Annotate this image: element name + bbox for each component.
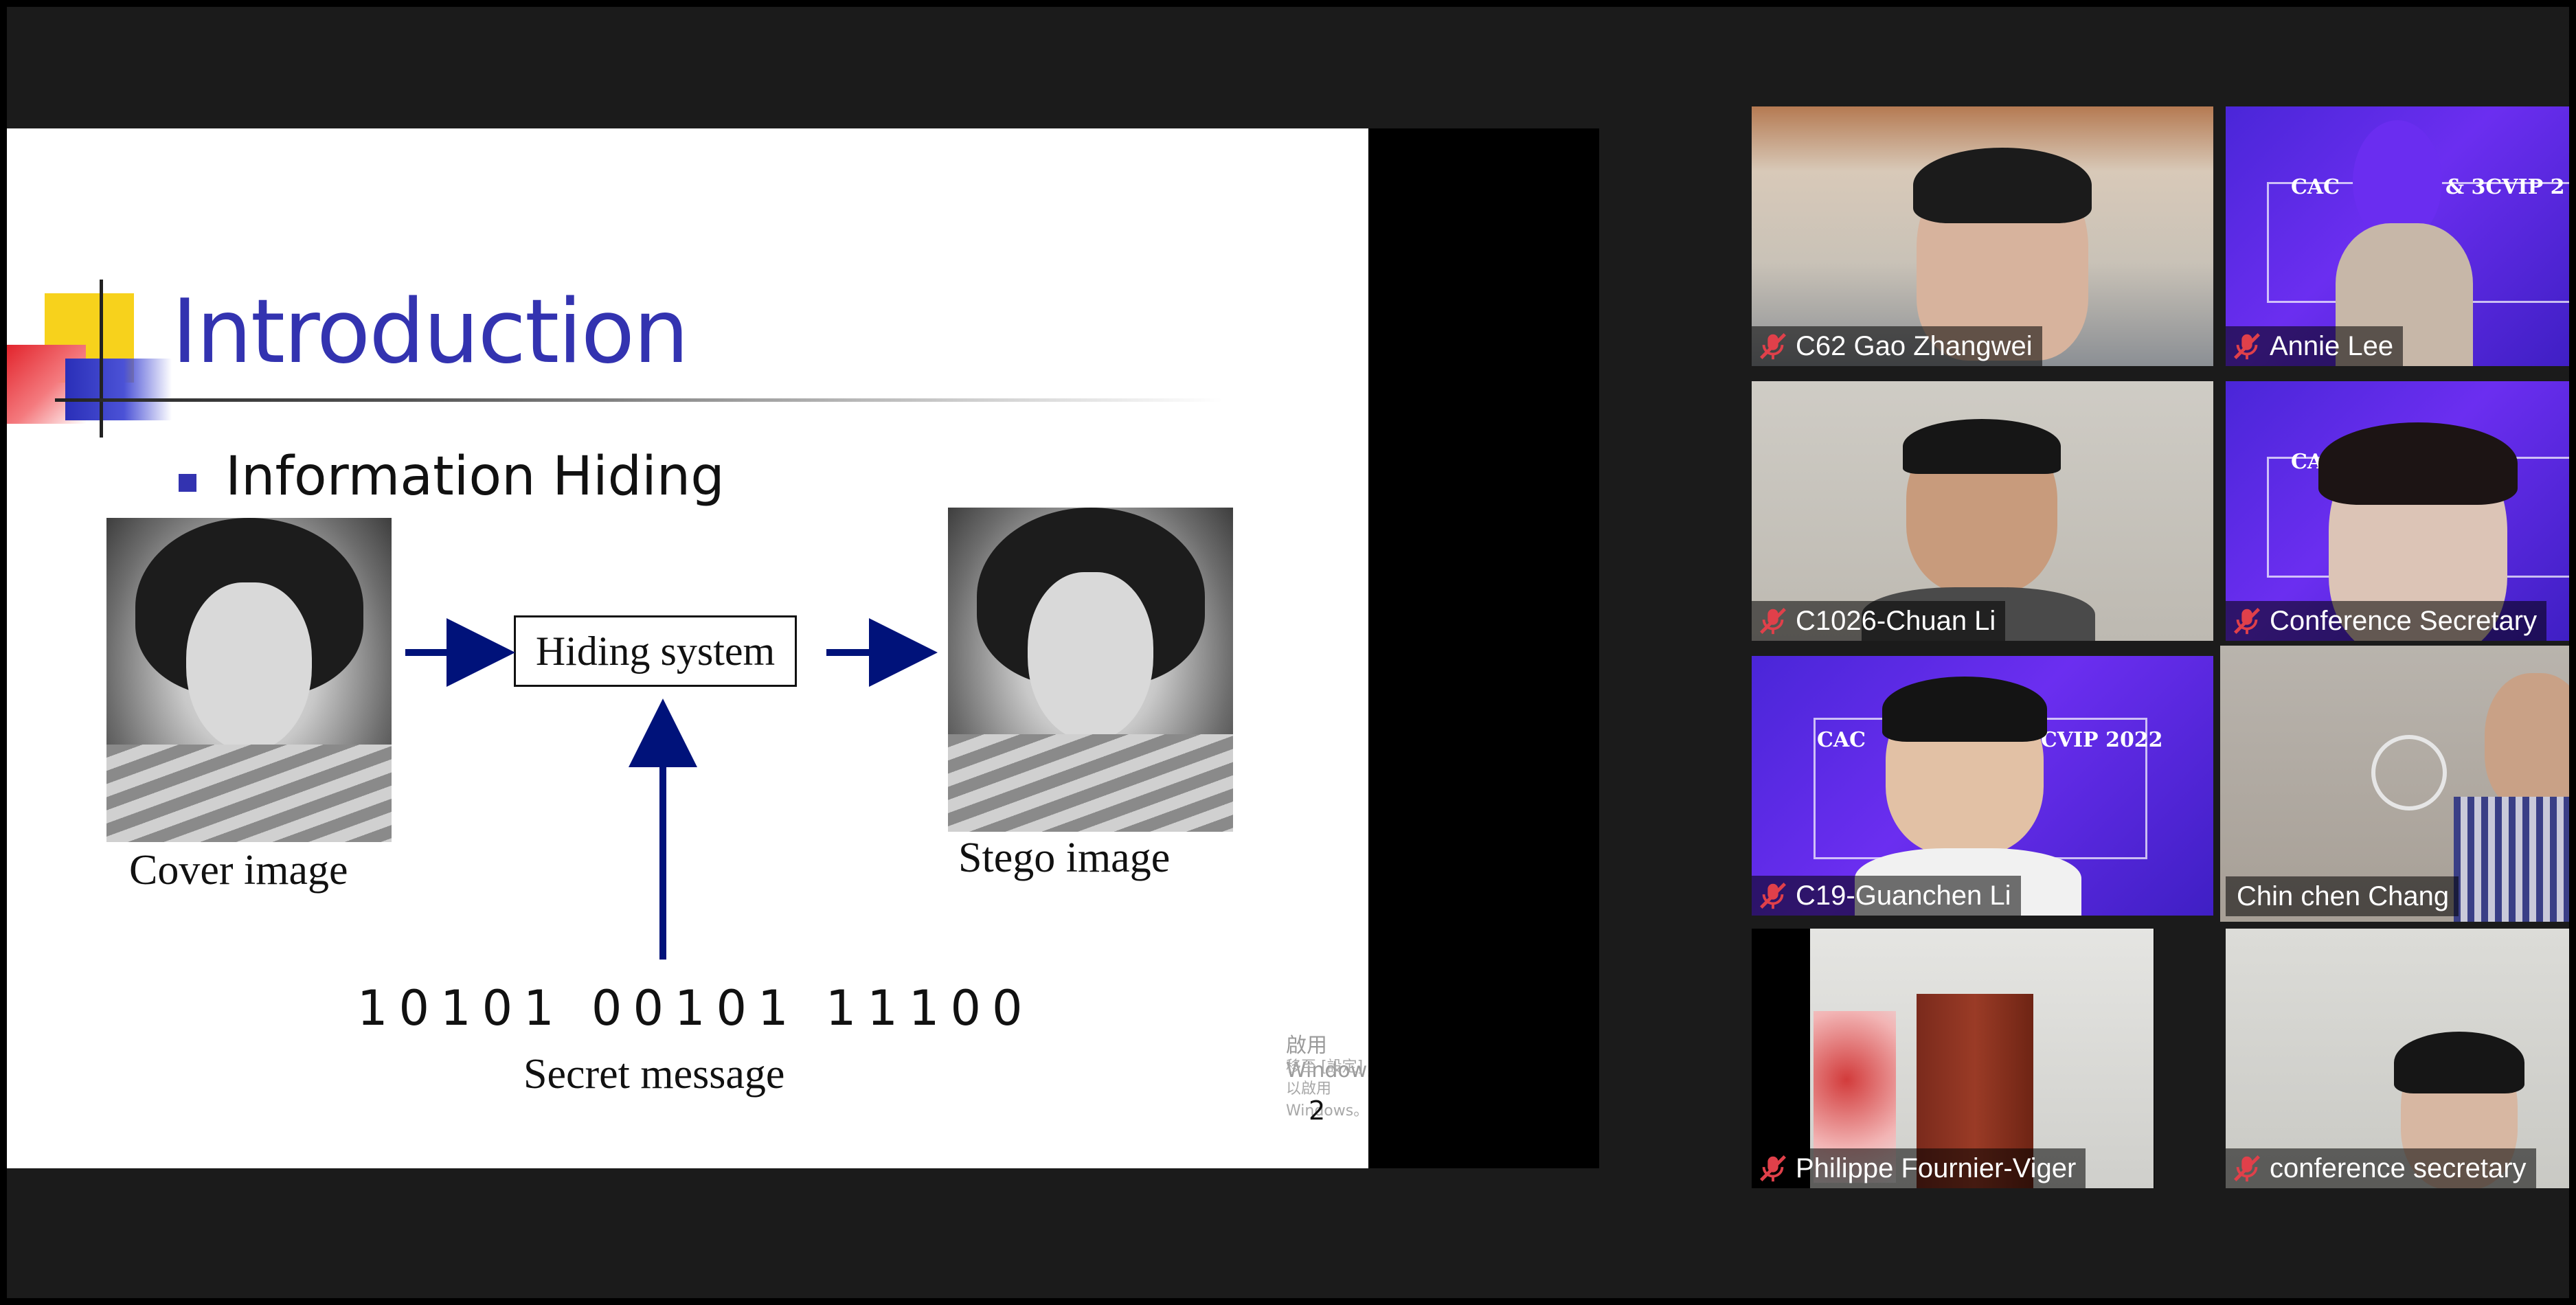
participant-nameplate: C1026-Chuan Li xyxy=(1752,601,2006,641)
video-tile[interactable]: Philippe Fournier-Viger xyxy=(1752,929,2154,1188)
participant-nameplate: C19-Guanchen Li xyxy=(1752,876,2021,916)
participant-nameplate: C62 Gao Zhangwei xyxy=(1752,326,2042,366)
poster-text: CAC xyxy=(1817,728,1866,752)
muted-mic-icon xyxy=(2231,1153,2263,1184)
secret-bits: 10101 00101 11100 xyxy=(357,980,1034,1036)
video-tile[interactable]: C1026-Chuan Li xyxy=(1752,381,2213,641)
muted-mic-icon xyxy=(2231,330,2263,362)
shared-screen[interactable]: Introduction Information Hiding Cover im… xyxy=(7,128,1599,1168)
poster-text: & 3CVIP 2 xyxy=(2445,175,2565,199)
video-tile[interactable]: C62 Gao Zhangwei xyxy=(1752,106,2213,366)
participant-video xyxy=(2485,673,2569,810)
slide-page-number: 2 xyxy=(1309,1096,1326,1126)
muted-mic-icon xyxy=(2231,605,2263,637)
participant-nameplate: Annie Lee xyxy=(2226,326,2404,366)
poster-text: CAC xyxy=(2291,175,2340,199)
video-tile[interactable]: conference secretary xyxy=(2226,929,2569,1188)
participant-nameplate: Philippe Fournier-Viger xyxy=(1752,1148,2086,1188)
participant-name: C62 Gao Zhangwei xyxy=(1796,330,2033,361)
participant-nameplate: Chin chen Chang xyxy=(2226,876,2459,916)
video-tile[interactable]: CAC & 3CVIP 2 Annie Lee xyxy=(2226,106,2569,366)
participant-name: Conference Secretary xyxy=(2270,605,2538,636)
fan-in-background xyxy=(2371,735,2447,810)
participant-nameplate: Conference Secretary xyxy=(2226,601,2547,641)
video-tile-active-speaker[interactable]: Chin chen Chang xyxy=(2220,646,2569,922)
muted-mic-icon xyxy=(1757,330,1789,362)
secret-caption: Secret message xyxy=(523,1051,785,1098)
participant-name: conference secretary xyxy=(2270,1153,2527,1183)
muted-mic-icon xyxy=(1757,605,1789,637)
muted-mic-icon xyxy=(1757,880,1789,911)
participant-name: Philippe Fournier-Viger xyxy=(1796,1153,2077,1183)
participant-nameplate: conference secretary xyxy=(2226,1148,2536,1188)
participant-name: Chin chen Chang xyxy=(2237,881,2450,911)
participant-name: C1026-Chuan Li xyxy=(1796,605,1996,636)
presentation-slide: Introduction Information Hiding Cover im… xyxy=(7,128,1368,1168)
participant-name: C19-Guanchen Li xyxy=(1796,880,2011,911)
windows-activation-hint: 移至 [設定] 以啟用 Windows。 xyxy=(1286,1058,1368,1120)
video-tile[interactable]: CAC 3CVIP 2022 C19-Guanchen Li xyxy=(1752,656,2213,916)
participant-name: Annie Lee xyxy=(2270,330,2394,361)
video-tile[interactable]: CAC Conference Secretary xyxy=(2226,381,2569,641)
muted-mic-icon xyxy=(1757,1153,1789,1184)
